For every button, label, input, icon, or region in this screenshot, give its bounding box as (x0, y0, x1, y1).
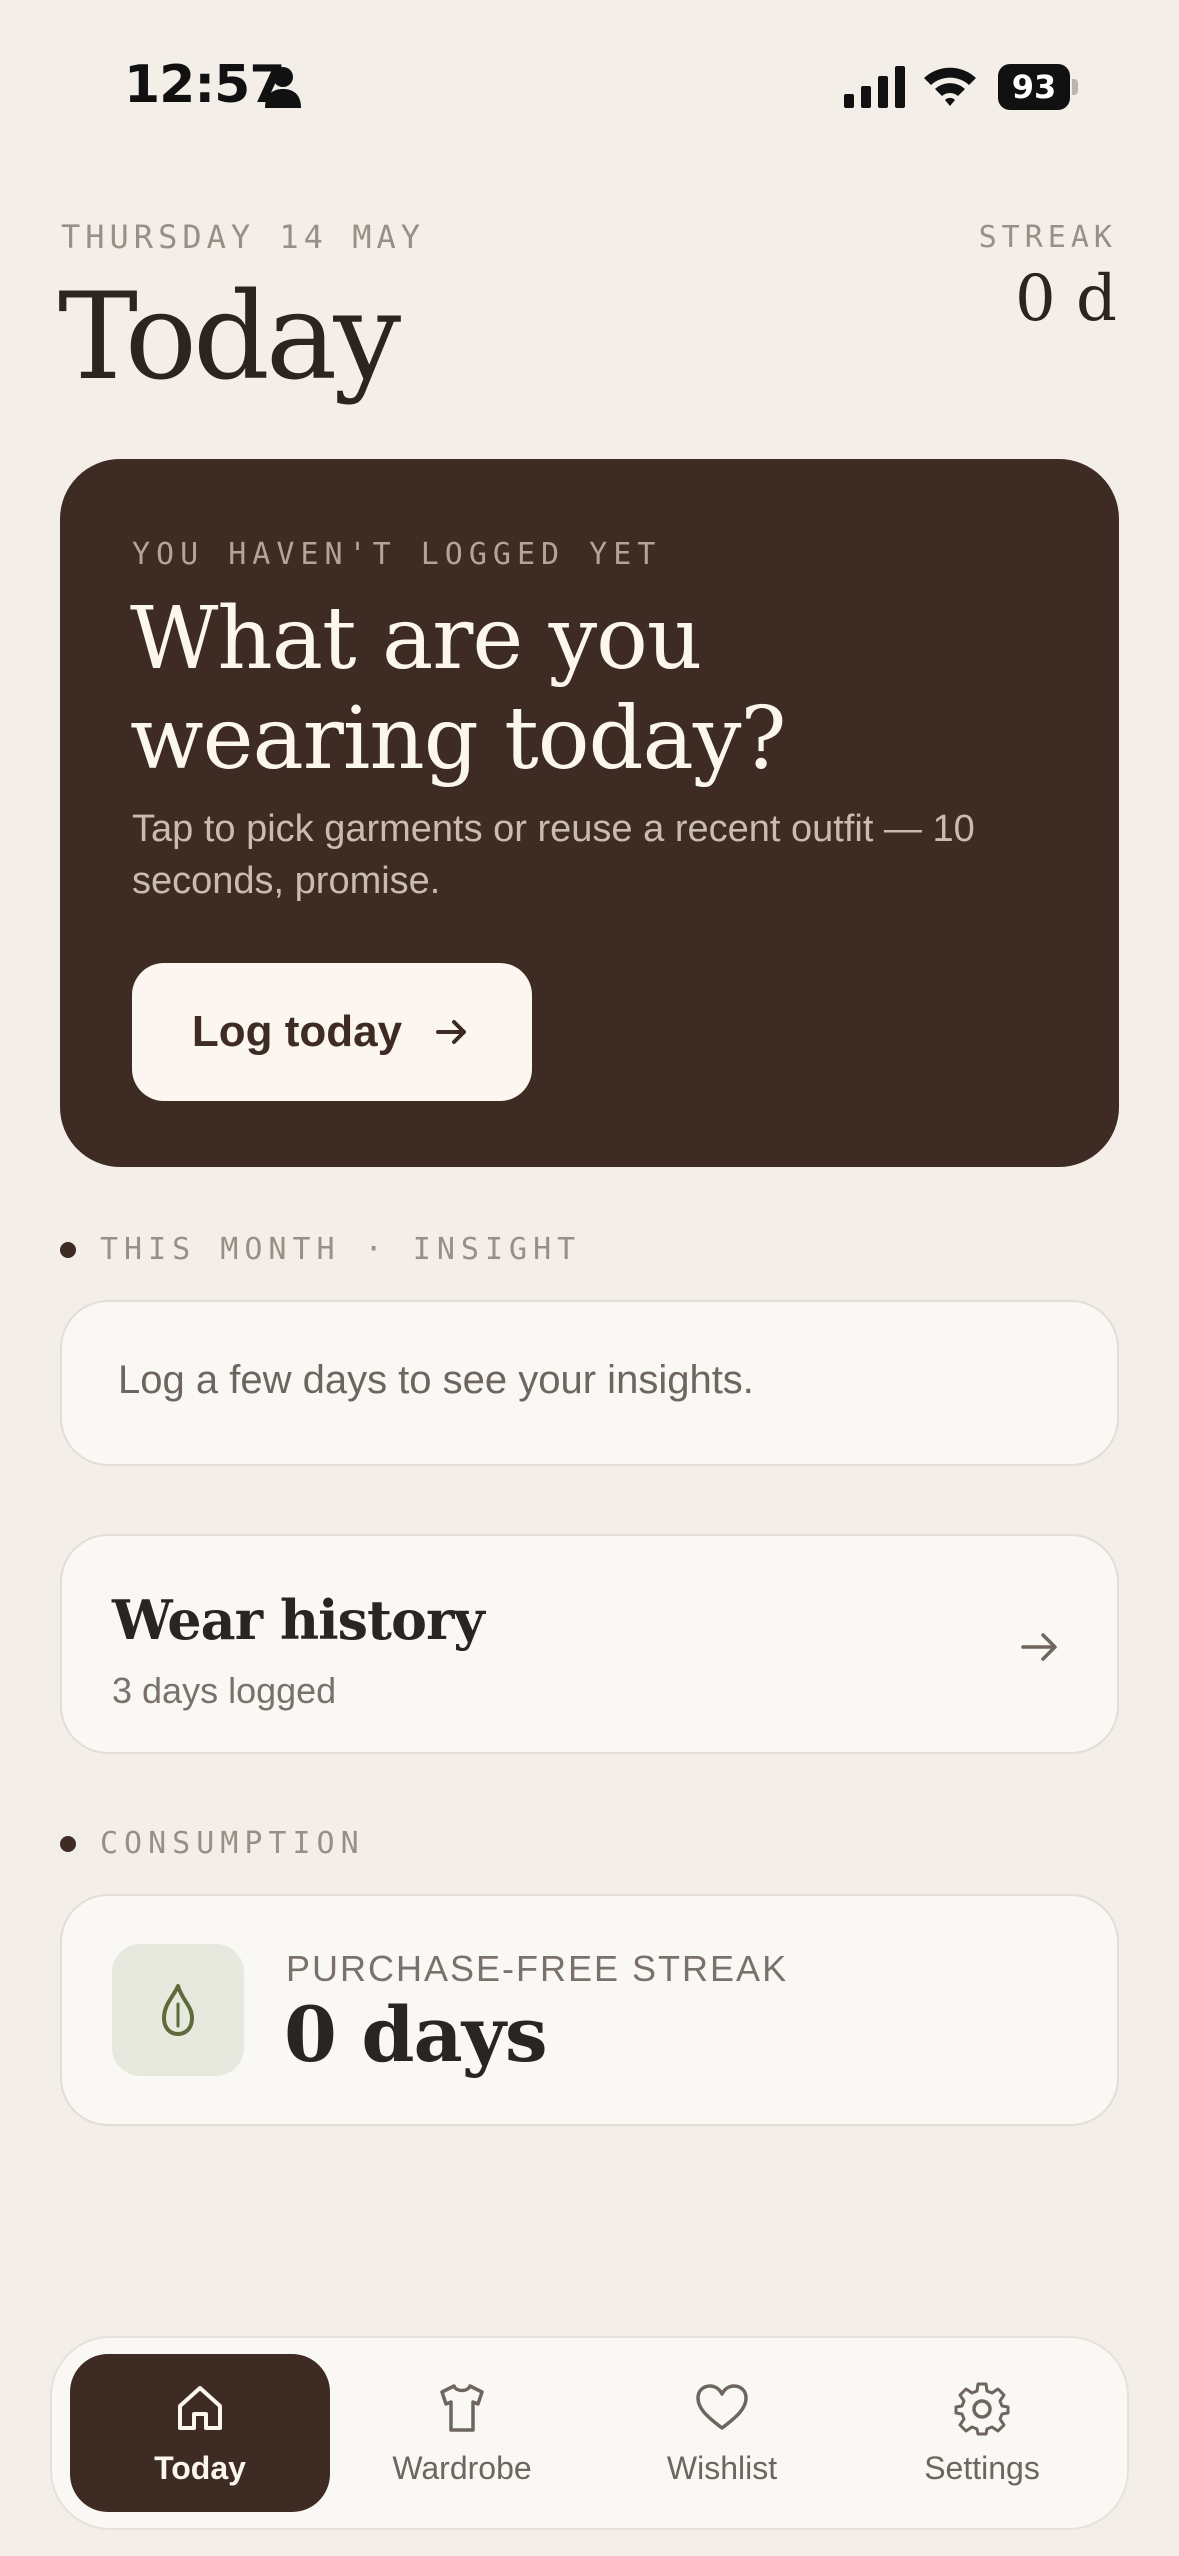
gear-icon (954, 2382, 1010, 2435)
arrow-right-icon (1021, 1633, 1057, 1661)
shirt-icon (440, 2383, 484, 2432)
heart-icon (696, 2383, 748, 2430)
tab-bar: Today Wardrobe Wishlist Settings (50, 2336, 1129, 2530)
leaf-icon (162, 1984, 194, 2036)
battery-level: 93 (998, 64, 1070, 110)
consumption-section-text: CONSUMPTION (100, 1826, 365, 1861)
wear-history-subtitle: 3 days logged (112, 1670, 337, 1711)
cellular-signal-icon (844, 66, 905, 108)
insight-card: Log a few days to see your insights. (60, 1300, 1119, 1466)
status-time: 12:57 (124, 55, 286, 115)
tab-label: Today (154, 2449, 246, 2486)
page-title: Today (58, 268, 401, 407)
battery-cap (1072, 79, 1078, 95)
home-icon (178, 2385, 222, 2430)
insight-section-text: THIS MONTH · INSIGHT (100, 1232, 582, 1267)
streak-value: 0 d (1014, 262, 1117, 336)
wifi-icon (924, 67, 976, 106)
hero-eyebrow: YOU HAVEN'T LOGGED YET (132, 537, 662, 572)
tab-settings[interactable]: Settings (852, 2354, 1112, 2512)
purchase-free-card: PURCHASE-FREE STREAK 0 days (60, 1894, 1119, 2126)
hero-body: Tap to pick garments or reuse a recent o… (132, 808, 975, 902)
section-dot (60, 1835, 76, 1852)
log-today-label: Log today (191, 1007, 403, 1056)
section-dot (60, 1241, 76, 1258)
consumption-section-label: CONSUMPTION (60, 1826, 365, 1861)
streak-label: STREAK (978, 220, 1117, 255)
insight-text: Log a few days to see your insights. (118, 1358, 754, 1402)
person-icon (265, 67, 301, 108)
purchase-free-value: 0 days (284, 1990, 548, 2079)
tab-today[interactable]: Today (70, 2354, 330, 2512)
arrow-right-icon (436, 1020, 467, 1044)
tab-wishlist[interactable]: Wishlist (592, 2354, 852, 2512)
hero-title: What are you wearing today? (130, 589, 787, 789)
tab-wardrobe[interactable]: Wardrobe (332, 2354, 592, 2512)
purchase-free-label: PURCHASE-FREE STREAK (286, 1948, 789, 1989)
tab-label: Settings (924, 2449, 1040, 2486)
date-label: THURSDAY 14 MAY (61, 218, 425, 256)
tab-label: Wishlist (666, 2449, 778, 2486)
today-screen: 12:57 93 THURSDAY 14 MAY Today STREAK 0 … (0, 0, 1179, 2556)
leaf-tile (112, 1944, 244, 2076)
status-bar: 12:57 93 (0, 0, 1179, 170)
tab-label: Wardrobe (392, 2449, 532, 2486)
log-prompt-card: YOU HAVEN'T LOGGED YET What are you wear… (60, 459, 1119, 1167)
wear-history-title: Wear history (112, 1588, 485, 1652)
insight-section-label: THIS MONTH · INSIGHT (60, 1232, 581, 1267)
log-today-button[interactable]: Log today (132, 963, 532, 1101)
battery-indicator: 93 (998, 64, 1078, 110)
wear-history-card[interactable]: Wear history 3 days logged (60, 1534, 1119, 1754)
